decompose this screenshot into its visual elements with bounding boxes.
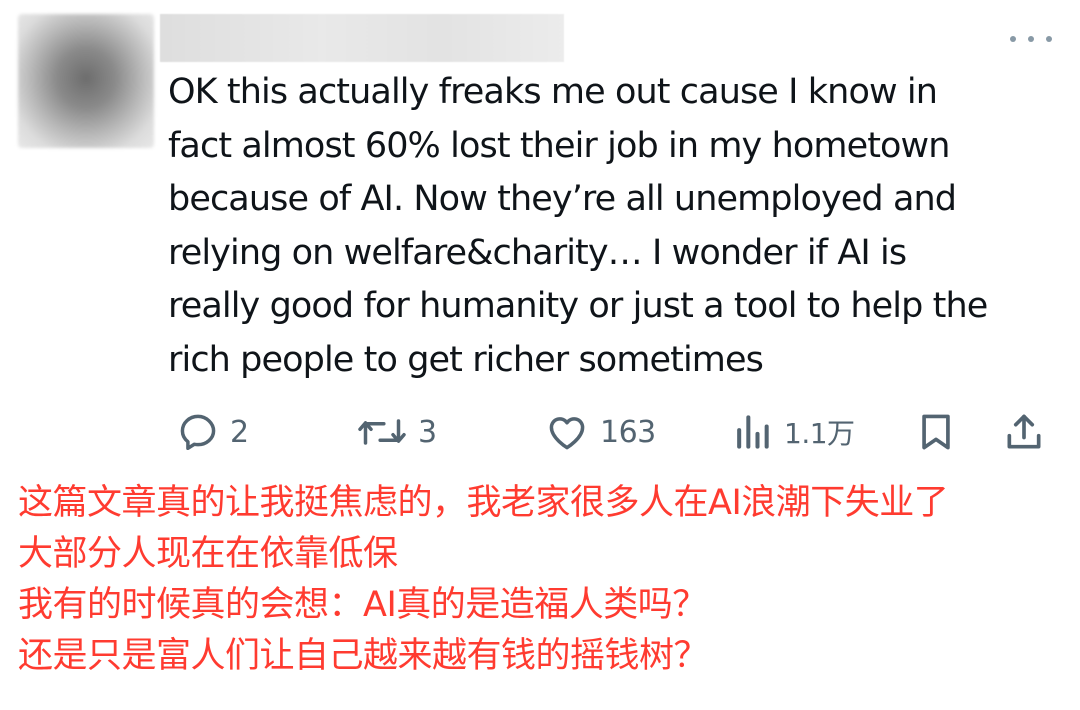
- caption-line: 这篇文章真的让我挺焦虑的，我老家很多人在AI浪潮下失业了: [18, 483, 949, 523]
- retweet-count: 3: [418, 414, 437, 450]
- heart-icon: [549, 417, 585, 450]
- author-name[interactable]: [160, 14, 564, 62]
- more-dot: [1046, 36, 1052, 42]
- more-options-icon[interactable]: [1008, 28, 1054, 50]
- like-button[interactable]: 163: [544, 408, 656, 456]
- retweet-button[interactable]: 3: [356, 408, 437, 456]
- views-button[interactable]: 1.1万: [732, 408, 855, 456]
- share-button[interactable]: [1002, 408, 1046, 456]
- reply-button[interactable]: 2: [176, 408, 249, 456]
- caption-line: 我有的时候真的会想：AI真的是造福人类吗？: [18, 585, 707, 625]
- more-dot: [1010, 36, 1016, 42]
- views-icon: [737, 415, 769, 449]
- bookmark-button[interactable]: [914, 408, 958, 456]
- chinese-caption: 这篇文章真的让我挺焦虑的，我老家很多人在AI浪潮下失业了 大部分人现在在依靠低保…: [18, 478, 949, 682]
- retweet-icon: [358, 419, 406, 445]
- author-avatar[interactable]: [18, 14, 154, 148]
- bookmark-icon: [922, 414, 950, 450]
- caption-line: 大部分人现在在依靠低保: [18, 534, 398, 574]
- reply-count: 2: [230, 414, 249, 450]
- view-count: 1.1万: [784, 417, 855, 450]
- share-icon: [1007, 414, 1041, 449]
- tweet-text: OK this actually freaks me out cause I k…: [168, 72, 988, 380]
- tweet-action-bar: 2 3 163 1.1万: [0, 408, 1080, 456]
- reply-icon: [180, 414, 216, 451]
- more-dot: [1028, 36, 1034, 42]
- like-count: 163: [600, 414, 656, 450]
- caption-line: 还是只是富人们让自己越来越有钱的摇钱树？: [18, 636, 709, 676]
